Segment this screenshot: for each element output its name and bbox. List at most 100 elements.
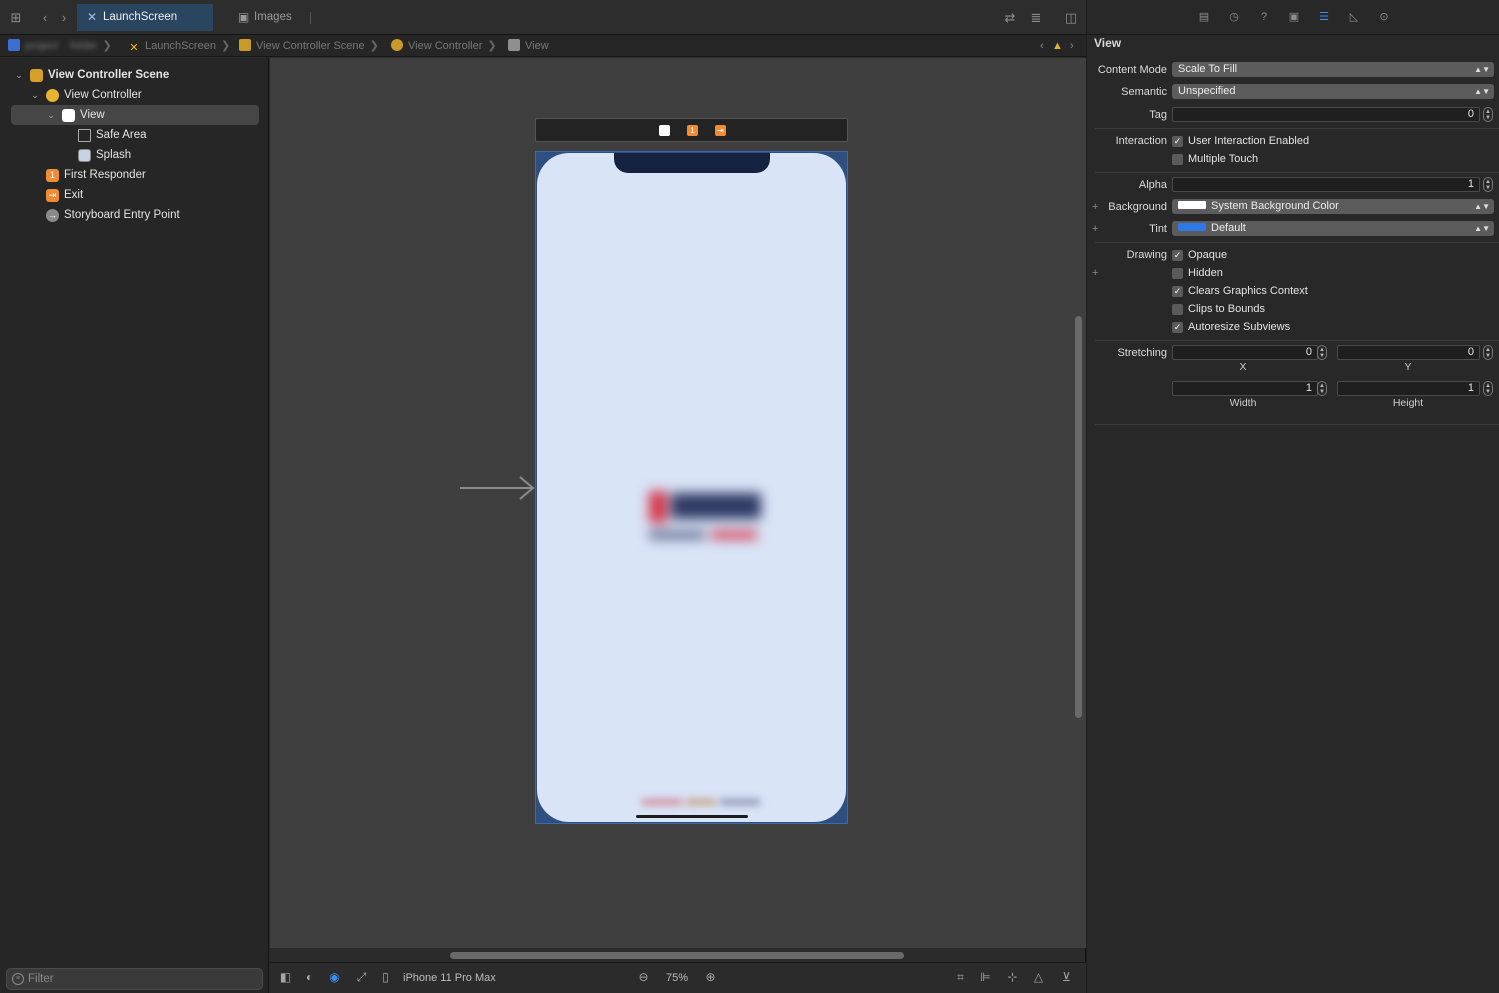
chevron-down-icon[interactable]: ⌄ [30, 85, 40, 105]
align-icon[interactable]: ⊫ [978, 970, 993, 985]
clears-graphics-checkbox[interactable]: ✓ Clears Graphics Context [1172, 283, 1308, 299]
updown-arrows-icon: ▲▼ [1474, 65, 1490, 74]
project-icon [8, 39, 20, 51]
tab-launchscreen[interactable]: ✕ LaunchScreen [77, 4, 213, 31]
resolve-issues-icon[interactable]: △ [1031, 970, 1046, 985]
stretching-y-stepper[interactable]: ▲ ▼ [1483, 345, 1493, 360]
content-mode-label: Content Mode [1097, 64, 1167, 76]
checkbox-empty-icon [1172, 268, 1183, 279]
tag-field[interactable]: 0 [1172, 107, 1480, 122]
grid-icon[interactable]: ⊞ [7, 9, 25, 27]
stretching-y-field[interactable]: 0 [1337, 345, 1480, 360]
exit-dock-icon[interactable]: ⇥ [715, 125, 726, 136]
entry-point-arrow[interactable] [460, 475, 536, 501]
add-variation-icon[interactable]: + [1092, 265, 1102, 281]
device-frame[interactable] [535, 151, 848, 824]
checkmark-icon: ✓ [1172, 250, 1183, 261]
scene-icon [239, 39, 251, 51]
history-inspector-icon[interactable]: ◷ [1227, 10, 1241, 24]
stretching-width-field[interactable]: 1 [1172, 381, 1318, 396]
warning-icon[interactable]: ▲ [1052, 35, 1063, 57]
hidden-checkbox[interactable]: Hidden [1172, 265, 1223, 281]
alpha-field[interactable]: 1 [1172, 177, 1480, 192]
crumb-scene[interactable]: View Controller Scene ❯ [239, 35, 379, 57]
tint-color-popup[interactable]: Default ▲▼ [1172, 221, 1494, 236]
vertical-scrollbar[interactable] [1075, 316, 1082, 718]
device-selector[interactable]: iPhone 11 Pro Max [403, 963, 496, 993]
background-color-popup[interactable]: System Background Color ▲▼ [1172, 199, 1494, 214]
multiple-touch-checkbox[interactable]: Multiple Touch [1172, 151, 1258, 167]
chevron-down-icon[interactable]: ⌄ [14, 65, 24, 85]
image-view-icon [78, 149, 91, 162]
attributes-inspector: ▤ ◷ ? ▣ ☰ ◺ ⊙ View Content Mode Scale To… [1087, 0, 1499, 993]
identity-inspector-icon[interactable]: ▣ [1287, 10, 1301, 24]
stretching-width-stepper[interactable]: ▲ ▼ [1317, 381, 1327, 396]
semantic-popup[interactable]: Unspecified ▲▼ [1172, 84, 1494, 99]
splash-image[interactable] [645, 483, 765, 545]
stretching-x-stepper[interactable]: ▲ ▼ [1317, 345, 1327, 360]
first-responder-dock-icon[interactable]: 1 [687, 125, 698, 136]
canvas-bottom-bar: ◧ ◐ ◉ ⤢ ▯ iPhone 11 Pro Max ⊖ 75% ⊕ ⌗ ⊫ … [270, 962, 1086, 993]
editor-area: ⊞ ‹ › ✕ LaunchScreen ▣ Images ⇄ ≣ ◫ proj… [0, 0, 1086, 993]
embed-in-icon[interactable]: ⊻ [1059, 970, 1074, 985]
chevron-down-icon[interactable]: ⌄ [46, 105, 56, 125]
connections-inspector-icon[interactable]: ⊙ [1377, 10, 1391, 24]
user-interaction-checkbox[interactable]: ✓ User Interaction Enabled [1172, 133, 1309, 149]
x-label: X [1239, 361, 1247, 373]
crumb-view-controller[interactable]: View Controller ❯ [391, 35, 497, 57]
tag-stepper[interactable]: ▲ ▼ [1483, 107, 1493, 122]
storyboard-canvas[interactable]: 1 ⇥ [270, 58, 1086, 959]
accessibility-icon[interactable]: ◉ [327, 970, 342, 985]
scene-dock[interactable]: 1 ⇥ [535, 118, 848, 142]
zoom-in-icon[interactable]: ⊕ [703, 970, 718, 985]
autoresize-subviews-checkbox[interactable]: ✓ Autoresize Subviews [1172, 319, 1290, 335]
background-label: Background [1108, 201, 1167, 213]
clips-to-bounds-checkbox[interactable]: Clips to Bounds [1172, 301, 1265, 317]
horizontal-scrollbar[interactable] [450, 952, 904, 959]
next-issue-icon[interactable]: › [1070, 35, 1074, 57]
related-items-icon[interactable]: ⇄ [1001, 9, 1019, 27]
toggle-outline-icon[interactable]: ◧ [278, 970, 293, 985]
attributes-inspector-icon[interactable]: ☰ [1317, 10, 1331, 24]
home-indicator [636, 815, 748, 818]
add-constraints-icon[interactable]: ⊹ [1005, 970, 1020, 985]
file-inspector-icon[interactable]: ▤ [1197, 10, 1211, 24]
forward-icon[interactable]: › [55, 9, 73, 27]
zoom-level[interactable]: 75% [666, 963, 688, 993]
size-inspector-icon[interactable]: ◺ [1347, 10, 1361, 24]
stretching-height-stepper[interactable]: ▲ ▼ [1483, 381, 1493, 396]
update-frames-icon[interactable]: ⌗ [953, 970, 968, 985]
inspector-tabs: ▤ ◷ ? ▣ ☰ ◺ ⊙ [1087, 0, 1499, 35]
device-icon[interactable]: ▯ [378, 970, 393, 985]
splash-footer-image [642, 799, 760, 805]
editor-options-icon[interactable]: ≣ [1027, 9, 1045, 27]
stretching-x-field[interactable]: 0 [1172, 345, 1318, 360]
appearance-icon[interactable]: ◐ [302, 970, 317, 985]
crumb-folder[interactable]: folder ❯ [70, 35, 112, 57]
exit-icon: ⇥ [46, 189, 59, 202]
crumb-view[interactable]: View [508, 35, 549, 57]
checkmark-icon: ✓ [1172, 322, 1183, 333]
back-icon[interactable]: ‹ [36, 9, 54, 27]
stretching-height-field[interactable]: 1 [1337, 381, 1480, 396]
crumb-project[interactable]: project [8, 35, 58, 57]
stretching-label: Stretching [1117, 347, 1167, 359]
launch-screen-view[interactable] [537, 153, 846, 822]
view-icon [508, 39, 520, 51]
filter-input[interactable]: ≡ Filter [6, 968, 263, 990]
view-controller-icon [46, 89, 59, 102]
divider [1095, 172, 1499, 173]
opaque-checkbox[interactable]: ✓ Opaque [1172, 247, 1227, 263]
zoom-out-icon[interactable]: ⊖ [636, 970, 651, 985]
prev-issue-icon[interactable]: ‹ [1040, 35, 1044, 57]
tab-images[interactable]: ▣ Images [228, 4, 308, 31]
crumb-launchscreen[interactable]: ✕ LaunchScreen ❯ [128, 35, 230, 57]
inspector-section-title: View [1094, 36, 1122, 50]
checkmark-icon: ✓ [1172, 286, 1183, 297]
quick-help-icon[interactable]: ? [1257, 10, 1271, 24]
content-mode-popup[interactable]: Scale To Fill ▲▼ [1172, 62, 1494, 77]
view-controller-dock-icon[interactable] [659, 125, 670, 136]
orientation-icon[interactable]: ⤢ [354, 970, 369, 985]
alpha-stepper[interactable]: ▲ ▼ [1483, 177, 1493, 192]
split-editor-icon[interactable]: ◫ [1062, 9, 1080, 27]
